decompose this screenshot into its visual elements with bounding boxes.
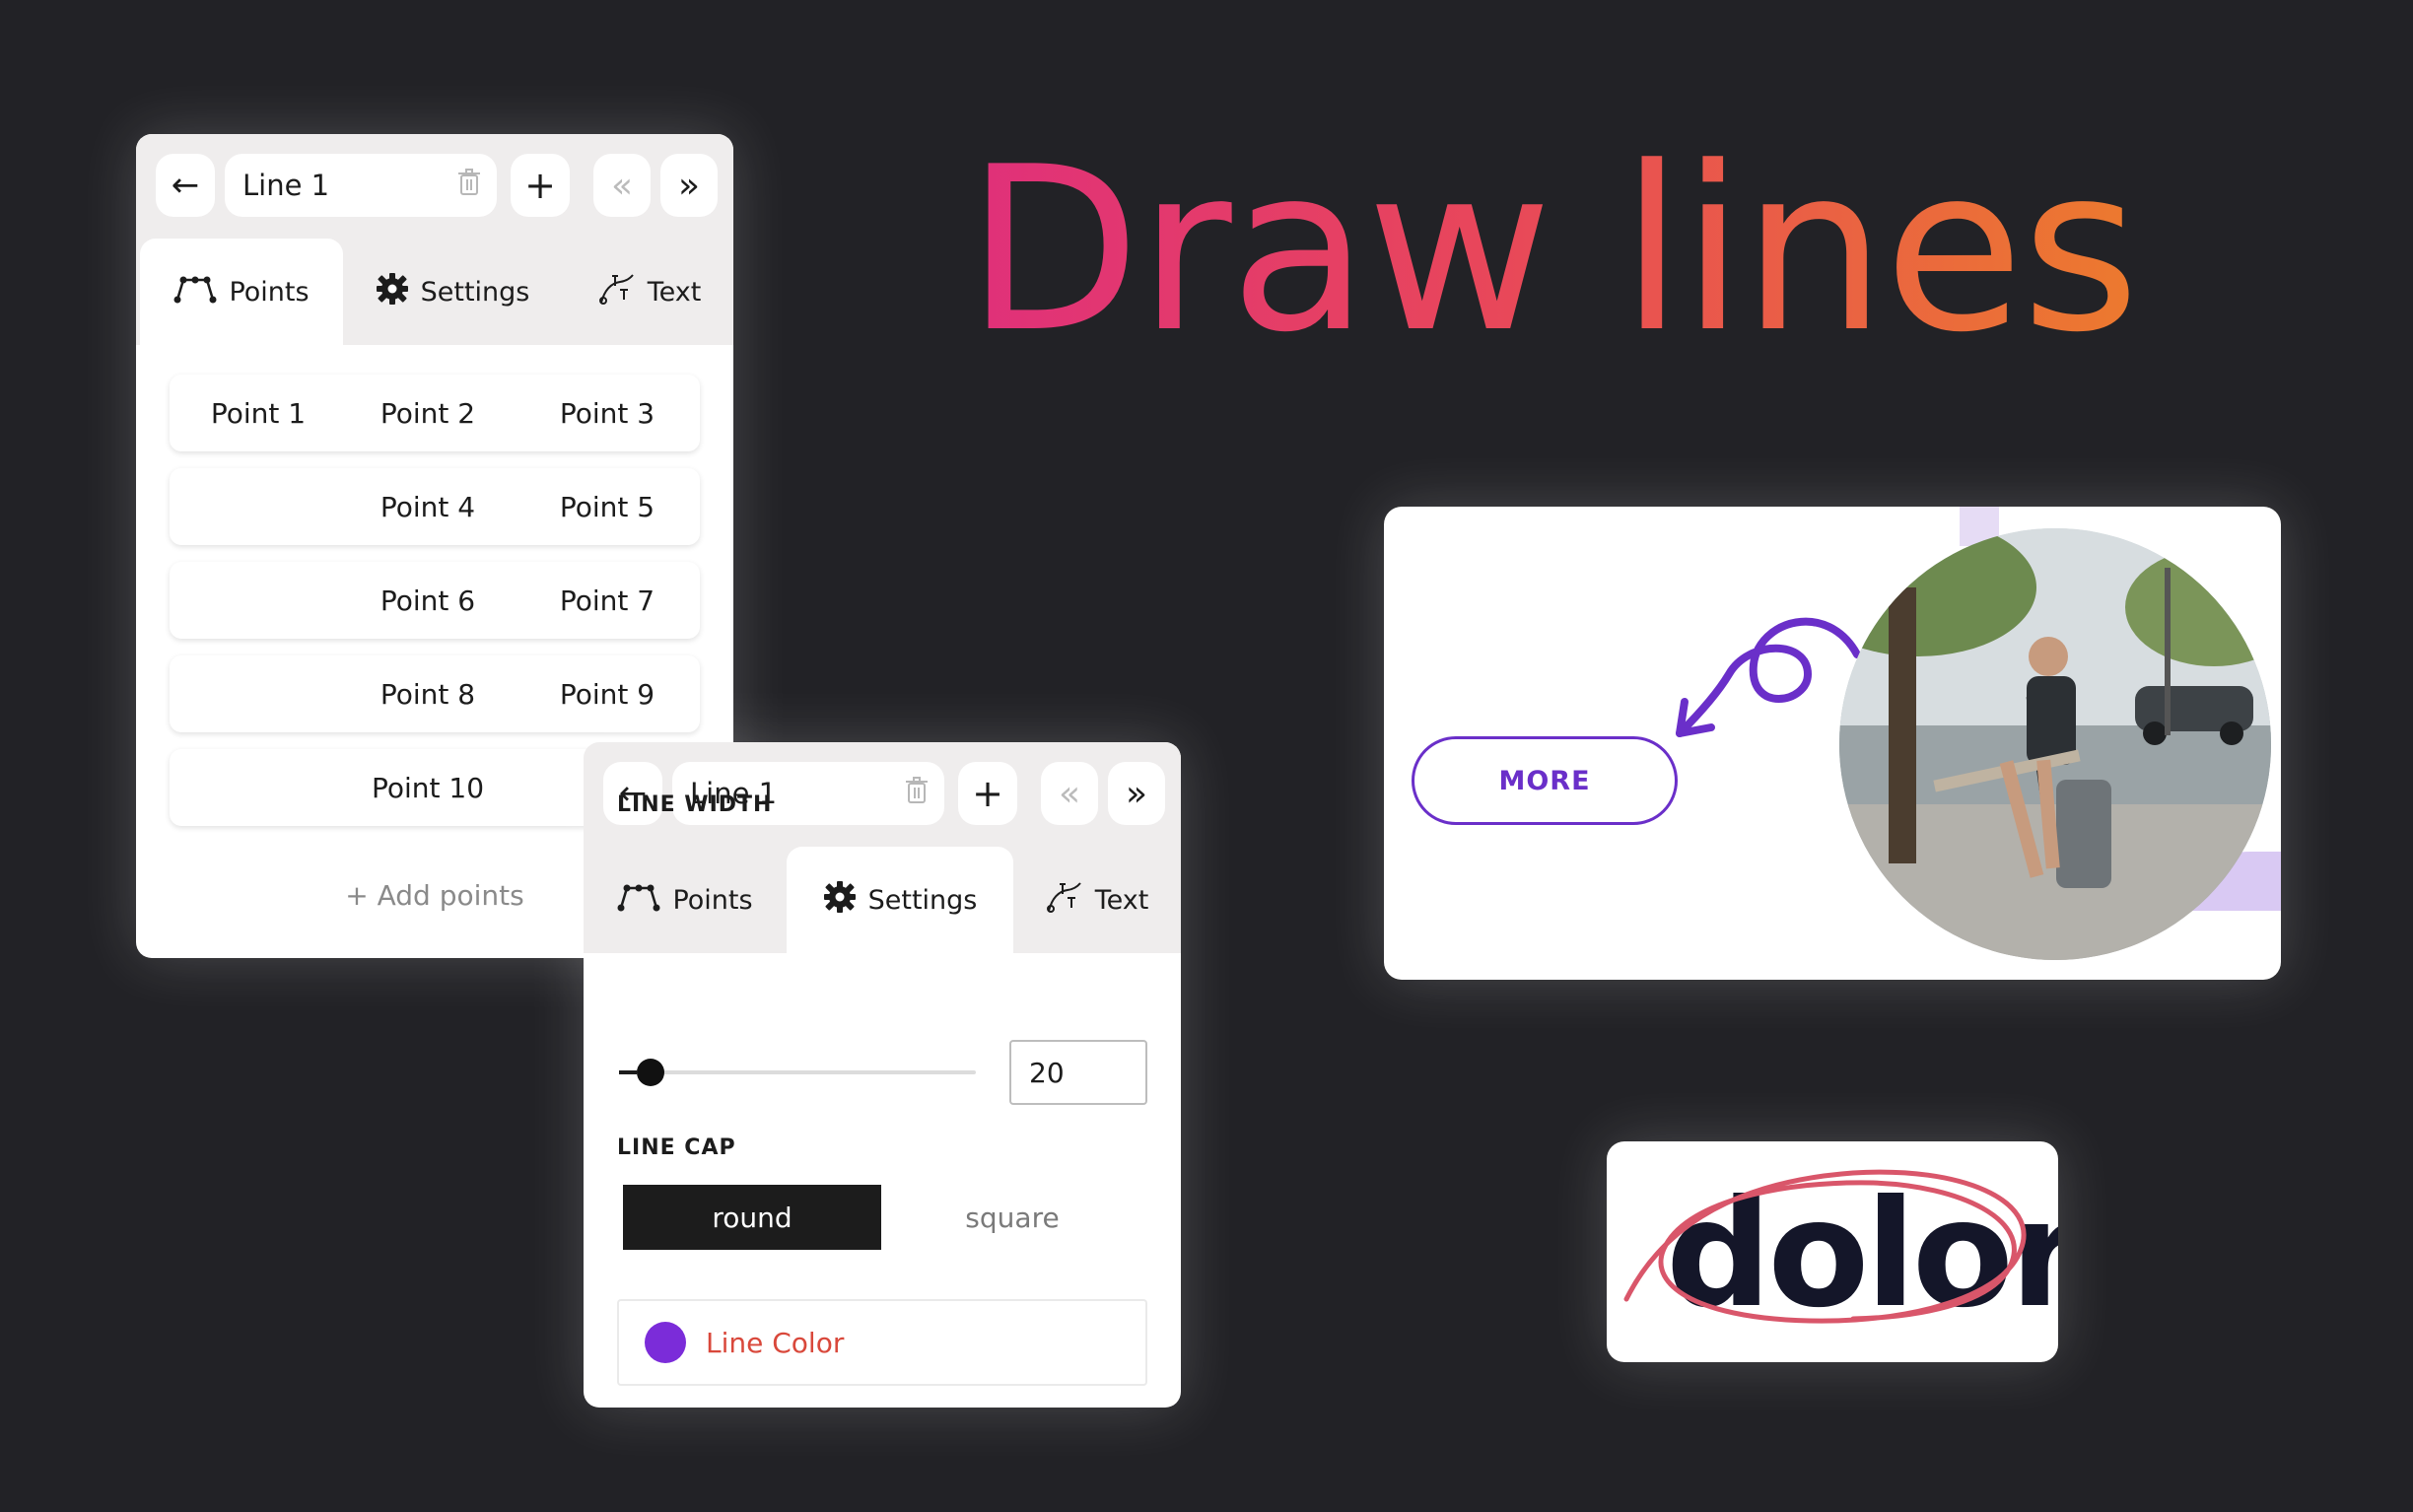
point-item[interactable] — [170, 562, 347, 639]
tab-settings[interactable]: Settings — [787, 847, 1013, 953]
color-swatch[interactable] — [645, 1322, 686, 1363]
prev-line-button[interactable]: « — [1041, 762, 1098, 825]
slider-thumb[interactable] — [637, 1059, 664, 1086]
text-path-icon — [1046, 880, 1083, 921]
tab-bar: Points Settings Text — [584, 847, 1181, 953]
line-width-label: LINE WIDTH — [617, 792, 773, 817]
arrow-left-icon: ← — [171, 166, 200, 205]
back-button[interactable]: ← — [156, 154, 215, 217]
line-cap-label: LINE CAP — [617, 1135, 736, 1160]
tab-text[interactable]: Text — [566, 239, 733, 345]
tab-bar: Points Settings Text — [136, 239, 733, 345]
gear-icon — [376, 272, 409, 312]
tab-settings[interactable]: Settings — [339, 239, 566, 345]
toolbar: ← Line 1 + « » — [136, 134, 733, 239]
point-item[interactable] — [170, 468, 347, 545]
point-item[interactable]: Point 6 — [339, 562, 517, 639]
tab-points[interactable]: Points — [140, 239, 343, 345]
point-item[interactable]: Point 9 — [518, 655, 696, 732]
line-width-slider[interactable] — [619, 1059, 976, 1086]
slider-fill — [619, 1070, 637, 1074]
table-row: Point 6 Point 7 — [170, 562, 700, 639]
point-item[interactable]: Point 5 — [518, 468, 696, 545]
line-selector[interactable]: Line 1 — [225, 154, 497, 217]
plus-icon: + — [345, 879, 369, 912]
point-item[interactable]: Point 2 — [339, 375, 517, 451]
bezier-icon — [173, 274, 217, 310]
trash-icon[interactable] — [905, 776, 929, 811]
point-item[interactable]: Point 8 — [339, 655, 517, 732]
line-name: Line 1 — [242, 169, 330, 202]
add-line-button[interactable]: + — [958, 762, 1017, 825]
tab-text[interactable]: Text — [1013, 847, 1181, 953]
point-item[interactable]: Point 3 — [518, 375, 696, 451]
next-line-button[interactable]: » — [1108, 762, 1165, 825]
double-chevron-right-icon: » — [1125, 773, 1148, 814]
plus-icon: + — [524, 164, 556, 207]
cap-round-button[interactable]: round — [623, 1185, 881, 1250]
photo-woman-with-suitcase — [1839, 528, 2271, 960]
line-color-label: Line Color — [706, 1326, 845, 1359]
point-item[interactable] — [170, 749, 347, 826]
scribble-circle-icon — [1623, 1169, 2027, 1324]
table-row: Point 4 Point 5 — [170, 468, 700, 545]
point-item[interactable]: Point 7 — [518, 562, 696, 639]
prev-line-button[interactable]: « — [593, 154, 651, 217]
point-item[interactable] — [170, 655, 347, 732]
trash-icon[interactable] — [457, 168, 481, 203]
tab-points[interactable]: Points — [584, 847, 787, 953]
table-row: Point 8 Point 9 — [170, 655, 700, 732]
bezier-icon — [617, 882, 660, 919]
double-chevron-left-icon: « — [1058, 773, 1081, 814]
table-row: Point 1 Point 2 Point 3 — [170, 375, 700, 451]
gear-icon — [823, 880, 857, 921]
plus-icon: + — [972, 772, 1003, 815]
double-chevron-right-icon: » — [677, 165, 701, 206]
cap-square-button[interactable]: square — [883, 1185, 1141, 1250]
text-path-icon — [598, 272, 636, 312]
line-width-input[interactable]: 20 — [1009, 1040, 1147, 1105]
headline: Draw lines — [966, 119, 2140, 382]
add-line-button[interactable]: + — [511, 154, 570, 217]
point-item[interactable]: Point 1 — [170, 375, 347, 451]
point-item[interactable]: Point 10 — [339, 749, 517, 826]
next-line-button[interactable]: » — [660, 154, 718, 217]
preview-card-photo: MORE — [1384, 507, 2281, 980]
line-color-picker[interactable]: Line Color — [617, 1299, 1147, 1386]
double-chevron-left-icon: « — [610, 165, 634, 206]
more-button[interactable]: MORE — [1412, 736, 1678, 825]
point-item[interactable]: Point 4 — [339, 468, 517, 545]
preview-card-text: dolor — [1607, 1141, 2058, 1362]
